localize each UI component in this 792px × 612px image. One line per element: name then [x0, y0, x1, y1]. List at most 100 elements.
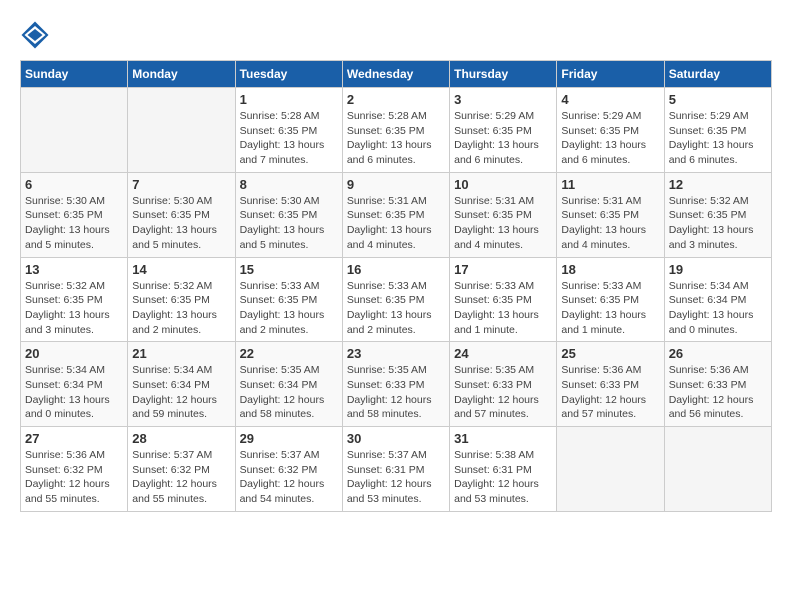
calendar-cell: 5 Sunrise: 5:29 AM Sunset: 6:35 PM Daylig… [664, 88, 771, 173]
day-detail: Sunrise: 5:33 AM Sunset: 6:35 PM Dayligh… [561, 279, 659, 338]
calendar-cell: 15 Sunrise: 5:33 AM Sunset: 6:35 PM Dayli… [235, 257, 342, 342]
calendar-cell: 16 Sunrise: 5:33 AM Sunset: 6:35 PM Dayli… [342, 257, 449, 342]
calendar-cell: 25Sunrise: 5:36 AM Sunset: 6:33 PM Dayli… [557, 342, 664, 427]
day-number: 28 [132, 431, 230, 446]
calendar-week-4: 20Sunrise: 5:34 AM Sunset: 6:34 PM Dayli… [21, 342, 772, 427]
calendar-cell [21, 88, 128, 173]
calendar-cell: 30Sunrise: 5:37 AM Sunset: 6:31 PM Dayli… [342, 427, 449, 512]
calendar-cell: 24 Sunrise: 5:35 AM Sunset: 6:33 PM Dayli… [450, 342, 557, 427]
day-number: 23 [347, 346, 445, 361]
day-detail: Sunrise: 5:36 AM Sunset: 6:33 PM Dayligh… [669, 363, 767, 422]
logo [20, 20, 56, 50]
calendar-cell: 29 Sunrise: 5:37 AM Sunset: 6:32 PM Dayli… [235, 427, 342, 512]
day-number: 7 [132, 177, 230, 192]
day-detail: Sunrise: 5:37 AM Sunset: 6:32 PM Dayligh… [240, 448, 338, 507]
day-number: 2 [347, 92, 445, 107]
day-number: 21 [132, 346, 230, 361]
day-detail: Sunrise: 5:31 AM Sunset: 6:35 PM Dayligh… [561, 194, 659, 253]
calendar-cell: 11 Sunrise: 5:31 AM Sunset: 6:35 PM Dayli… [557, 172, 664, 257]
calendar-table: SundayMondayTuesdayWednesdayThursdayFrid… [20, 60, 772, 512]
day-number: 6 [25, 177, 123, 192]
day-number: 24 [454, 346, 552, 361]
day-detail: Sunrise: 5:29 AM Sunset: 6:35 PM Dayligh… [561, 109, 659, 168]
day-number: 14 [132, 262, 230, 277]
day-number: 10 [454, 177, 552, 192]
page-header [20, 20, 772, 50]
day-number: 11 [561, 177, 659, 192]
day-number: 8 [240, 177, 338, 192]
calendar-cell: 19Sunrise: 5:34 AM Sunset: 6:34 PM Dayli… [664, 257, 771, 342]
calendar-cell [664, 427, 771, 512]
day-detail: Sunrise: 5:38 AM Sunset: 6:31 PM Dayligh… [454, 448, 552, 507]
weekday-header-friday: Friday [557, 61, 664, 88]
day-number: 16 [347, 262, 445, 277]
calendar-cell [128, 88, 235, 173]
day-number: 27 [25, 431, 123, 446]
calendar-cell: 3 Sunrise: 5:29 AM Sunset: 6:35 PM Daylig… [450, 88, 557, 173]
calendar-cell: 2 Sunrise: 5:28 AM Sunset: 6:35 PM Daylig… [342, 88, 449, 173]
calendar-cell: 31 Sunrise: 5:38 AM Sunset: 6:31 PM Dayli… [450, 427, 557, 512]
weekday-header-sunday: Sunday [21, 61, 128, 88]
day-detail: Sunrise: 5:37 AM Sunset: 6:32 PM Dayligh… [132, 448, 230, 507]
day-detail: Sunrise: 5:35 AM Sunset: 6:34 PM Dayligh… [240, 363, 338, 422]
day-number: 26 [669, 346, 767, 361]
calendar-cell: 9 Sunrise: 5:31 AM Sunset: 6:35 PM Daylig… [342, 172, 449, 257]
day-number: 18 [561, 262, 659, 277]
calendar-week-2: 6 Sunrise: 5:30 AM Sunset: 6:35 PM Daylig… [21, 172, 772, 257]
calendar-cell: 21Sunrise: 5:34 AM Sunset: 6:34 PM Dayli… [128, 342, 235, 427]
day-detail: Sunrise: 5:32 AM Sunset: 6:35 PM Dayligh… [669, 194, 767, 253]
calendar-cell: 28 Sunrise: 5:37 AM Sunset: 6:32 PM Dayli… [128, 427, 235, 512]
weekday-header-saturday: Saturday [664, 61, 771, 88]
day-number: 4 [561, 92, 659, 107]
day-number: 31 [454, 431, 552, 446]
day-detail: Sunrise: 5:32 AM Sunset: 6:35 PM Dayligh… [132, 279, 230, 338]
day-detail: Sunrise: 5:30 AM Sunset: 6:35 PM Dayligh… [240, 194, 338, 253]
day-number: 29 [240, 431, 338, 446]
weekday-header-monday: Monday [128, 61, 235, 88]
day-detail: Sunrise: 5:30 AM Sunset: 6:35 PM Dayligh… [132, 194, 230, 253]
calendar-cell: 18 Sunrise: 5:33 AM Sunset: 6:35 PM Dayli… [557, 257, 664, 342]
calendar-cell: 14 Sunrise: 5:32 AM Sunset: 6:35 PM Dayli… [128, 257, 235, 342]
day-detail: Sunrise: 5:33 AM Sunset: 6:35 PM Dayligh… [454, 279, 552, 338]
calendar-cell: 8 Sunrise: 5:30 AM Sunset: 6:35 PM Daylig… [235, 172, 342, 257]
weekday-header-thursday: Thursday [450, 61, 557, 88]
day-detail: Sunrise: 5:29 AM Sunset: 6:35 PM Dayligh… [454, 109, 552, 168]
day-detail: Sunrise: 5:33 AM Sunset: 6:35 PM Dayligh… [347, 279, 445, 338]
weekday-header-tuesday: Tuesday [235, 61, 342, 88]
calendar-cell: 10 Sunrise: 5:31 AM Sunset: 6:35 PM Dayli… [450, 172, 557, 257]
calendar-week-3: 13 Sunrise: 5:32 AM Sunset: 6:35 PM Dayli… [21, 257, 772, 342]
day-number: 1 [240, 92, 338, 107]
day-detail: Sunrise: 5:28 AM Sunset: 6:35 PM Dayligh… [347, 109, 445, 168]
day-number: 17 [454, 262, 552, 277]
day-detail: Sunrise: 5:36 AM Sunset: 6:32 PM Dayligh… [25, 448, 123, 507]
calendar-cell: 23Sunrise: 5:35 AM Sunset: 6:33 PM Dayli… [342, 342, 449, 427]
day-detail: Sunrise: 5:31 AM Sunset: 6:35 PM Dayligh… [454, 194, 552, 253]
calendar-cell: 17 Sunrise: 5:33 AM Sunset: 6:35 PM Dayli… [450, 257, 557, 342]
calendar-cell: 27 Sunrise: 5:36 AM Sunset: 6:32 PM Dayli… [21, 427, 128, 512]
day-number: 13 [25, 262, 123, 277]
calendar-cell: 13 Sunrise: 5:32 AM Sunset: 6:35 PM Dayli… [21, 257, 128, 342]
day-number: 9 [347, 177, 445, 192]
calendar-cell: 20Sunrise: 5:34 AM Sunset: 6:34 PM Dayli… [21, 342, 128, 427]
day-detail: Sunrise: 5:31 AM Sunset: 6:35 PM Dayligh… [347, 194, 445, 253]
day-detail: Sunrise: 5:35 AM Sunset: 6:33 PM Dayligh… [454, 363, 552, 422]
calendar-cell: 4 Sunrise: 5:29 AM Sunset: 6:35 PM Daylig… [557, 88, 664, 173]
day-number: 20 [25, 346, 123, 361]
calendar-cell: 26 Sunrise: 5:36 AM Sunset: 6:33 PM Dayli… [664, 342, 771, 427]
day-number: 15 [240, 262, 338, 277]
weekday-header-row: SundayMondayTuesdayWednesdayThursdayFrid… [21, 61, 772, 88]
calendar-cell [557, 427, 664, 512]
day-detail: Sunrise: 5:29 AM Sunset: 6:35 PM Dayligh… [669, 109, 767, 168]
day-number: 5 [669, 92, 767, 107]
day-detail: Sunrise: 5:30 AM Sunset: 6:35 PM Dayligh… [25, 194, 123, 253]
day-number: 30 [347, 431, 445, 446]
day-number: 19 [669, 262, 767, 277]
day-detail: Sunrise: 5:32 AM Sunset: 6:35 PM Dayligh… [25, 279, 123, 338]
calendar-cell: 1Sunrise: 5:28 AM Sunset: 6:35 PM Daylig… [235, 88, 342, 173]
calendar-cell: 7 Sunrise: 5:30 AM Sunset: 6:35 PM Daylig… [128, 172, 235, 257]
day-detail: Sunrise: 5:33 AM Sunset: 6:35 PM Dayligh… [240, 279, 338, 338]
day-number: 3 [454, 92, 552, 107]
logo-icon [20, 20, 50, 50]
calendar-week-1: 1 Sunrise: 5:28 AM Sunset: 6:35 PM Daylig… [21, 88, 772, 173]
calendar-cell: 22Sunrise: 5:35 AM Sunset: 6:34 PM Dayli… [235, 342, 342, 427]
